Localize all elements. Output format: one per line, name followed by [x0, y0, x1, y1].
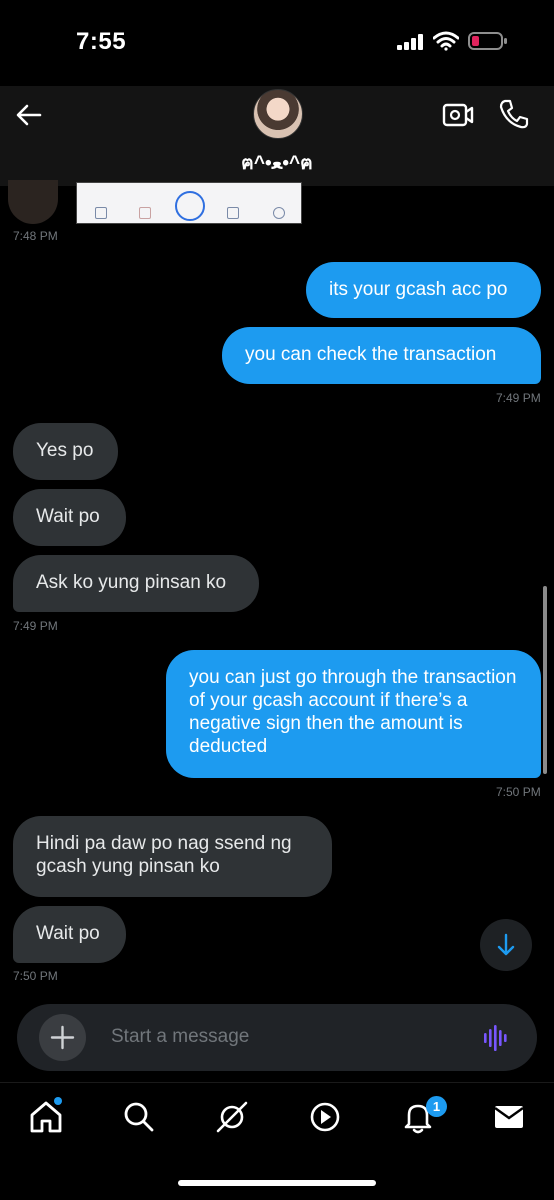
qr-scan-icon: [175, 191, 205, 221]
message-composer: Start a message: [17, 1004, 537, 1071]
home-indicator: [178, 1180, 376, 1186]
battery-icon: [468, 32, 507, 50]
scrollbar[interactable]: [543, 586, 547, 774]
message-timestamp: 7:49 PM: [496, 391, 541, 405]
sent-message[interactable]: its your gcash acc po: [306, 262, 541, 318]
message-timestamp: 7:49 PM: [13, 619, 58, 633]
cellular-signal-icon: [397, 34, 423, 50]
sender-avatar: [8, 180, 58, 224]
image-attachment[interactable]: [76, 182, 302, 224]
document-outline-icon: [227, 207, 239, 219]
message-timestamp: 7:50 PM: [13, 969, 58, 983]
wifi-icon: [433, 31, 459, 51]
status-time: 7:55: [76, 28, 127, 55]
new-content-dot: [54, 1097, 62, 1105]
message-timestamp: 7:50 PM: [496, 785, 541, 799]
contact-name[interactable]: ฅ^•ﻌ•^ฅ: [0, 148, 554, 178]
messages-icon[interactable]: [489, 1097, 529, 1137]
received-message[interactable]: Ask ko yung pinsan ko: [13, 555, 259, 612]
notification-badge: 1: [426, 1096, 447, 1117]
status-bar: 7:55: [0, 0, 554, 86]
received-message[interactable]: Wait po: [13, 906, 126, 963]
search-icon[interactable]: [119, 1097, 159, 1137]
phone-call-icon[interactable]: [497, 97, 531, 131]
received-message[interactable]: Yes po: [13, 423, 118, 480]
message-input[interactable]: Start a message: [111, 1026, 249, 1048]
contact-avatar[interactable]: [253, 89, 303, 139]
home-outline-icon: [95, 207, 107, 219]
video-icon[interactable]: [305, 1097, 345, 1137]
scroll-to-bottom-button[interactable]: [480, 919, 532, 971]
received-message[interactable]: Hindi pa daw po nag ssend ng gcash yung …: [13, 816, 332, 897]
message-timestamp: 7:48 PM: [13, 229, 58, 243]
voice-message-icon[interactable]: [483, 1024, 511, 1052]
arrow-down-icon: [497, 933, 515, 956]
mail-outline-icon: [139, 207, 151, 219]
profile-outline-icon: [273, 207, 285, 219]
back-arrow-icon[interactable]: [12, 98, 46, 132]
received-message[interactable]: Wait po: [13, 489, 126, 546]
video-call-icon[interactable]: [440, 97, 476, 133]
plus-icon: [50, 1025, 75, 1050]
sent-message[interactable]: you can just go through the transaction …: [166, 650, 541, 778]
add-attachment-button[interactable]: [39, 1014, 86, 1061]
grok-icon[interactable]: [212, 1097, 252, 1137]
sent-message[interactable]: you can check the transaction: [222, 327, 541, 384]
